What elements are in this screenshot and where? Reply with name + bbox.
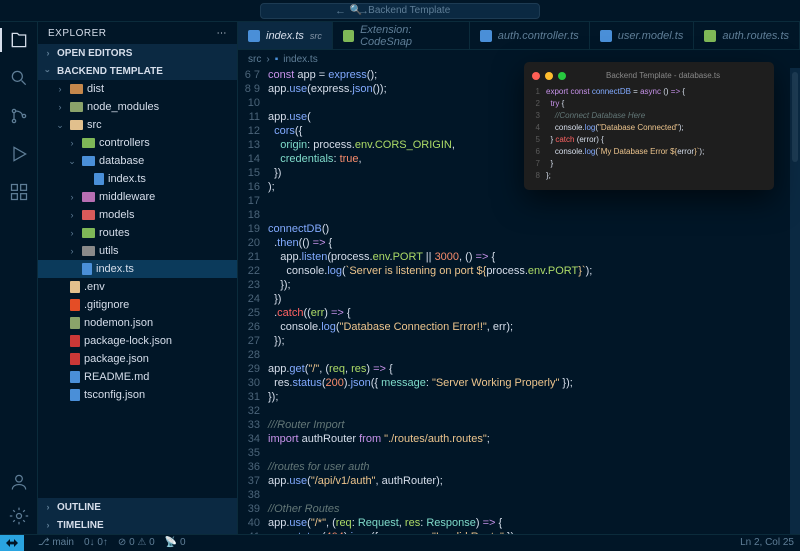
project-section[interactable]: › BACKEND TEMPLATE bbox=[38, 62, 237, 80]
file-package-lock-json[interactable]: package-lock.json bbox=[38, 332, 237, 350]
folder-controllers[interactable]: ›controllers bbox=[38, 134, 237, 152]
search-text: Backend Template bbox=[368, 5, 450, 16]
extensions-icon[interactable] bbox=[9, 182, 29, 202]
folder-middleware[interactable]: ›middleware bbox=[38, 188, 237, 206]
codesnap-overlay: Backend Template - database.ts 1 2 3 4 5… bbox=[524, 62, 774, 190]
run-debug-icon[interactable] bbox=[9, 144, 29, 164]
back-arrow-icon[interactable]: ← bbox=[335, 5, 346, 17]
line-gutter: 6 7 8 9 10 11 12 13 14 15 16 17 18 19 20… bbox=[238, 68, 268, 534]
tab-auth-controller-ts[interactable]: auth.controller.ts bbox=[470, 22, 590, 49]
explorer-icon[interactable] bbox=[9, 30, 29, 50]
snap-gutter: 1 2 3 4 5 6 7 8 bbox=[532, 86, 546, 182]
explorer-label: EXPLORER bbox=[48, 28, 106, 39]
chevron-right-icon: › bbox=[42, 48, 54, 58]
command-center[interactable]: 🔍 Backend Template bbox=[260, 3, 540, 19]
chevron-right-icon: › bbox=[42, 520, 54, 530]
timeline-section[interactable]: › TIMELINE bbox=[38, 516, 237, 534]
source-control-icon[interactable] bbox=[9, 106, 29, 126]
tab-index-ts[interactable]: index.tssrc bbox=[238, 22, 333, 49]
tab-extension-codesnap[interactable]: Extension: CodeSnap bbox=[333, 22, 470, 49]
accounts-icon[interactable] bbox=[9, 472, 29, 492]
close-dot-icon bbox=[532, 72, 540, 80]
cursor-position[interactable]: Ln 2, Col 25 bbox=[740, 537, 794, 548]
folder-dist[interactable]: ›dist bbox=[38, 80, 237, 98]
folder-node_modules[interactable]: ›node_modules bbox=[38, 98, 237, 116]
folder-utils[interactable]: ›utils bbox=[38, 242, 237, 260]
file-index-ts[interactable]: index.ts bbox=[38, 260, 237, 278]
minimize-dot-icon bbox=[545, 72, 553, 80]
more-icon[interactable]: ⋯ bbox=[217, 28, 228, 39]
settings-icon[interactable] bbox=[9, 506, 29, 526]
chevron-right-icon: › bbox=[42, 502, 54, 512]
file--gitignore[interactable]: .gitignore bbox=[38, 296, 237, 314]
open-editors-label: OPEN EDITORS bbox=[57, 48, 132, 59]
file-README-md[interactable]: README.md bbox=[38, 368, 237, 386]
ts-file-icon: ▪ bbox=[275, 54, 279, 65]
chevron-right-icon: › bbox=[266, 54, 269, 65]
file-index-ts[interactable]: index.ts bbox=[38, 170, 237, 188]
port-status[interactable]: 📡 0 bbox=[165, 537, 186, 548]
tab-auth-routes-ts[interactable]: auth.routes.ts bbox=[694, 22, 800, 49]
file-tsconfig-json[interactable]: tsconfig.json bbox=[38, 386, 237, 404]
file--env[interactable]: .env bbox=[38, 278, 237, 296]
sync-status[interactable]: 0↓ 0↑ bbox=[84, 537, 108, 548]
maximize-dot-icon bbox=[558, 72, 566, 80]
snap-lines: export const connectDB = async () => { t… bbox=[546, 86, 704, 182]
vertical-scrollbar[interactable] bbox=[790, 68, 800, 534]
activity-bar bbox=[0, 22, 38, 534]
tab-user-model-ts[interactable]: user.model.ts bbox=[590, 22, 695, 49]
folder-models[interactable]: ›models bbox=[38, 206, 237, 224]
file-tree: ›dist›node_modules⌄src›controllers⌄datab… bbox=[38, 80, 237, 498]
title-bar: ← → 🔍 Backend Template bbox=[0, 0, 800, 22]
open-editors-section[interactable]: › OPEN EDITORS bbox=[38, 44, 237, 62]
folder-routes[interactable]: ›routes bbox=[38, 224, 237, 242]
status-bar: ⎇ main 0↓ 0↑ ⊘ 0 ⚠ 0 📡 0 Ln 2, Col 25 bbox=[0, 534, 800, 550]
outline-label: OUTLINE bbox=[57, 502, 101, 513]
errors-status[interactable]: ⊘ 0 ⚠ 0 bbox=[118, 537, 155, 548]
folder-src[interactable]: ⌄src bbox=[38, 116, 237, 134]
file-package-json[interactable]: package.json bbox=[38, 350, 237, 368]
outline-section[interactable]: › OUTLINE bbox=[38, 498, 237, 516]
git-branch[interactable]: ⎇ main bbox=[38, 537, 74, 548]
forward-arrow-icon[interactable]: → bbox=[358, 5, 369, 17]
project-label: BACKEND TEMPLATE bbox=[57, 66, 163, 77]
file-nodemon-json[interactable]: nodemon.json bbox=[38, 314, 237, 332]
folder-database[interactable]: ⌄database bbox=[38, 152, 237, 170]
breadcrumb-item[interactable]: index.ts bbox=[283, 54, 317, 65]
codesnap-title: Backend Template - database.ts bbox=[606, 70, 720, 82]
sidebar: EXPLORER ⋯ › OPEN EDITORS › BACKEND TEMP… bbox=[38, 22, 238, 534]
remote-indicator[interactable] bbox=[0, 535, 24, 551]
timeline-label: TIMELINE bbox=[57, 520, 104, 531]
breadcrumb-item[interactable]: src bbox=[248, 54, 261, 65]
sidebar-title: EXPLORER ⋯ bbox=[38, 22, 237, 44]
editor-tabs: index.tssrcExtension: CodeSnapauth.contr… bbox=[238, 22, 800, 50]
nav-arrows: ← → bbox=[335, 5, 369, 17]
chevron-down-icon: › bbox=[43, 65, 53, 77]
scroll-thumb[interactable] bbox=[792, 72, 798, 162]
search-activity-icon[interactable] bbox=[9, 68, 29, 88]
